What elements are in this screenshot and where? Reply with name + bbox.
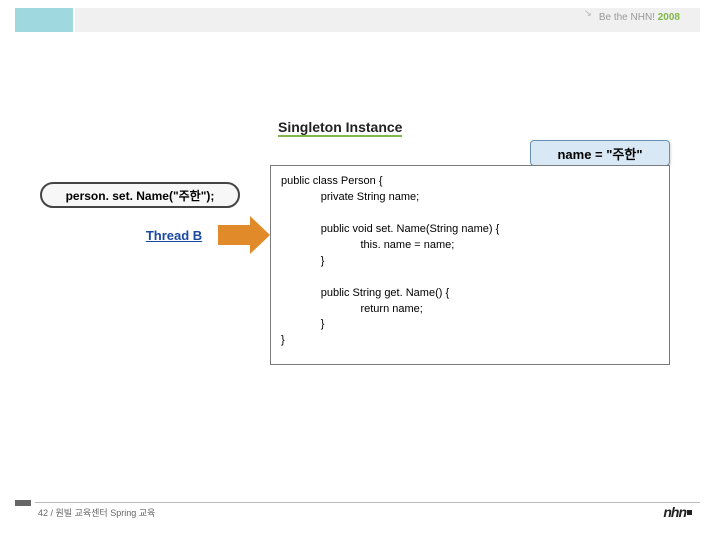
arrow-head [250, 216, 270, 254]
arrow-body [218, 225, 250, 245]
header-arrow-icon: ↘ [584, 8, 592, 19]
diagram-title: Singleton Instance [278, 120, 402, 137]
thread-b-text: Thread B [146, 228, 202, 243]
name-value-text: name = "주한" [557, 144, 642, 163]
footer-page-text: 42 / 원빌 교육센터 Spring 교육 [38, 506, 155, 519]
footer-logo: nhn [663, 504, 692, 520]
header-slogan: Be the NHN! 2008 [599, 12, 680, 23]
slide-header: ↘ Be the NHN! 2008 [0, 0, 720, 48]
code-content: public class Person { private String nam… [281, 174, 659, 349]
arrow-icon [218, 216, 270, 254]
footer-line [35, 502, 700, 503]
footer-logo-dot-icon [687, 510, 692, 515]
header-slogan-text: Be the NHN! [599, 12, 655, 23]
code-box: public class Person { private String nam… [270, 165, 670, 365]
footer-logo-text: nhn [663, 504, 686, 520]
method-call-callout: person. set. Name("주한"); [40, 182, 240, 208]
header-year: 2008 [658, 12, 680, 23]
method-call-text: person. set. Name("주한"); [66, 187, 215, 204]
slide-footer: 42 / 원빌 교육센터 Spring 교육 nhn [0, 502, 720, 540]
header-accent-block [15, 8, 73, 32]
name-value-callout: name = "주한" [530, 140, 670, 166]
thread-b-label: Thread B [130, 224, 218, 246]
footer-accent-block [15, 500, 31, 506]
